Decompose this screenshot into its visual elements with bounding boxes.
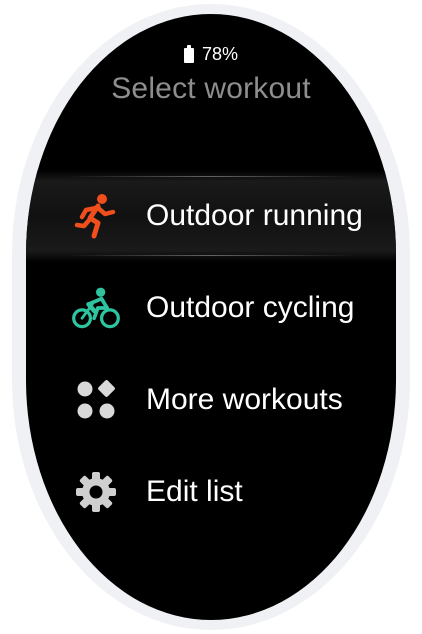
- gear-icon: [70, 466, 122, 518]
- page-title: Select workout: [111, 72, 311, 105]
- workout-label: Edit list: [146, 475, 243, 508]
- cycling-icon: [70, 282, 122, 334]
- workout-label: Outdoor cycling: [146, 291, 355, 324]
- workout-label: Outdoor running: [146, 199, 363, 232]
- workout-item-outdoor-cycling[interactable]: Outdoor cycling: [26, 262, 396, 354]
- workout-item-outdoor-running[interactable]: Outdoor running: [26, 170, 396, 262]
- workout-item-edit-list[interactable]: Edit list: [26, 446, 396, 538]
- workout-item-more-workouts[interactable]: More workouts: [26, 354, 396, 446]
- watch-screen: 78% Select workout Outdoor running Outdo…: [26, 14, 396, 620]
- battery-percent: 78%: [201, 44, 239, 64]
- grid-icon: [70, 374, 122, 426]
- battery-icon: [183, 45, 194, 63]
- running-icon: [70, 190, 122, 242]
- status-bar: 78%: [26, 44, 396, 65]
- workout-label: More workouts: [146, 383, 343, 416]
